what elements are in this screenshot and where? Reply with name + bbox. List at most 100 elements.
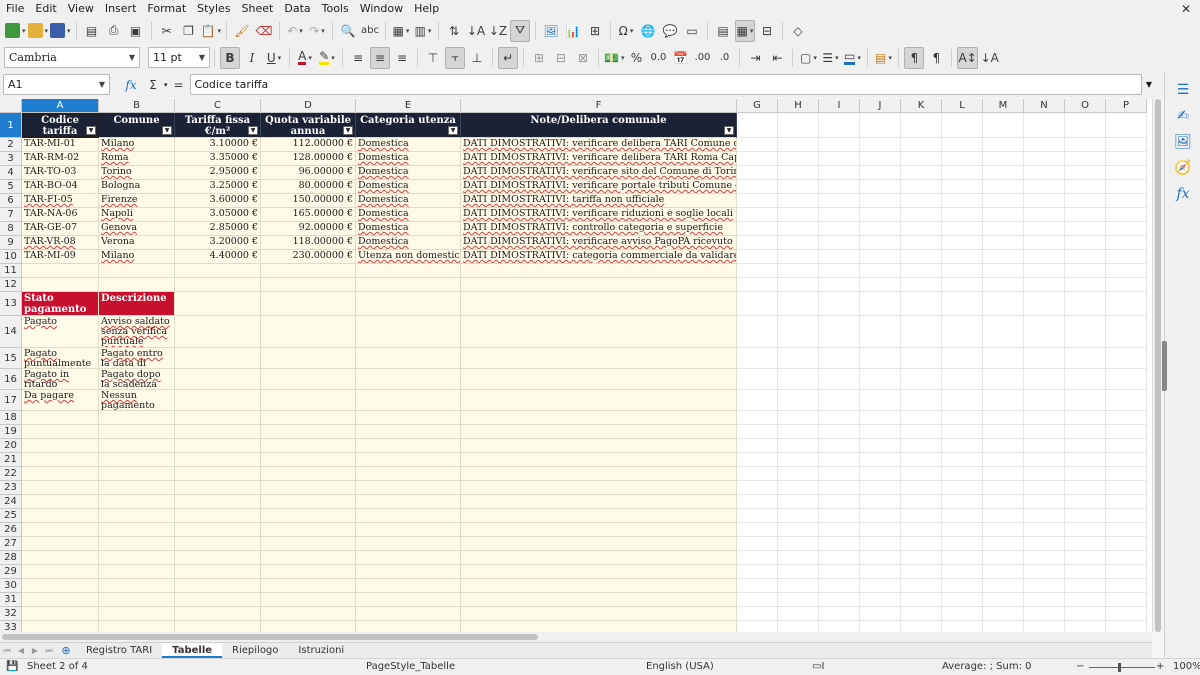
status-cell[interactable]: Da pagare bbox=[22, 390, 99, 411]
row-header-20[interactable]: 20 bbox=[0, 439, 22, 453]
empty-cell[interactable] bbox=[860, 523, 901, 537]
empty-cell[interactable] bbox=[778, 369, 819, 390]
empty-cell[interactable] bbox=[356, 593, 461, 607]
left-to-right-button[interactable]: ¶ bbox=[904, 46, 925, 69]
empty-cell[interactable] bbox=[461, 621, 737, 632]
empty-cell[interactable] bbox=[901, 152, 942, 166]
insert-image-button[interactable]: 🖼 bbox=[541, 20, 561, 42]
empty-cell[interactable] bbox=[819, 523, 860, 537]
empty-cell[interactable] bbox=[22, 565, 99, 579]
empty-cell[interactable] bbox=[737, 593, 778, 607]
empty-cell[interactable] bbox=[983, 180, 1024, 194]
empty-cell[interactable] bbox=[1065, 411, 1106, 425]
empty-cell[interactable] bbox=[942, 467, 983, 481]
empty-cell[interactable] bbox=[942, 113, 983, 138]
empty-cell[interactable] bbox=[175, 481, 261, 495]
autofilter-dropdown-icon[interactable]: ▼ bbox=[86, 126, 96, 135]
empty-cell[interactable] bbox=[461, 278, 737, 292]
empty-cell[interactable] bbox=[983, 453, 1024, 467]
menu-data[interactable]: Data bbox=[278, 0, 315, 17]
data-cell[interactable]: Domestica bbox=[356, 222, 461, 236]
empty-cell[interactable] bbox=[737, 481, 778, 495]
menu-styles[interactable]: Styles bbox=[191, 0, 235, 17]
empty-cell[interactable] bbox=[1024, 180, 1065, 194]
empty-cell[interactable] bbox=[901, 425, 942, 439]
empty-cell[interactable] bbox=[778, 264, 819, 278]
row-header-9[interactable]: 9 bbox=[0, 236, 22, 250]
empty-cell[interactable] bbox=[99, 607, 175, 621]
empty-cell[interactable] bbox=[942, 509, 983, 523]
empty-cell[interactable] bbox=[356, 411, 461, 425]
empty-cell[interactable] bbox=[737, 152, 778, 166]
empty-cell[interactable] bbox=[22, 509, 99, 523]
empty-cell[interactable] bbox=[22, 607, 99, 621]
insert-chart-button[interactable]: 📊 bbox=[563, 20, 583, 42]
empty-cell[interactable] bbox=[983, 208, 1024, 222]
empty-cell[interactable] bbox=[261, 292, 356, 316]
empty-cell[interactable] bbox=[1106, 579, 1147, 593]
empty-cell[interactable] bbox=[737, 579, 778, 593]
empty-cell[interactable] bbox=[983, 537, 1024, 551]
empty-cell[interactable] bbox=[1106, 222, 1147, 236]
empty-cell[interactable] bbox=[99, 453, 175, 467]
empty-cell[interactable] bbox=[1106, 495, 1147, 509]
empty-cell[interactable] bbox=[901, 551, 942, 565]
row-header-10[interactable]: 10 bbox=[0, 250, 22, 264]
empty-cell[interactable] bbox=[778, 607, 819, 621]
empty-cell[interactable] bbox=[901, 565, 942, 579]
export-pdf-button[interactable]: ▤ bbox=[82, 20, 102, 42]
column-header-h[interactable]: H bbox=[778, 99, 819, 113]
empty-cell[interactable] bbox=[819, 565, 860, 579]
data-cell[interactable]: DATI DIMOSTRATIVI: controllo categoria e… bbox=[461, 222, 737, 236]
empty-cell[interactable] bbox=[356, 278, 461, 292]
zoom-in-icon[interactable]: + bbox=[1156, 661, 1164, 672]
autofilter-dropdown-icon[interactable]: ▼ bbox=[343, 126, 353, 135]
row-header-17[interactable]: 17 bbox=[0, 390, 22, 411]
navigator-icon[interactable]: 🧭 bbox=[1165, 155, 1200, 181]
save-button[interactable]: ▾ bbox=[50, 20, 71, 42]
empty-cell[interactable] bbox=[983, 194, 1024, 208]
date-format-button[interactable]: 📅 bbox=[670, 47, 690, 69]
empty-cell[interactable] bbox=[737, 236, 778, 250]
empty-cell[interactable] bbox=[819, 152, 860, 166]
empty-cell[interactable] bbox=[99, 621, 175, 632]
empty-cell[interactable] bbox=[860, 152, 901, 166]
empty-cell[interactable] bbox=[860, 369, 901, 390]
empty-cell[interactable] bbox=[175, 348, 261, 369]
empty-cell[interactable] bbox=[1065, 551, 1106, 565]
empty-cell[interactable] bbox=[461, 292, 737, 316]
empty-cell[interactable] bbox=[901, 292, 942, 316]
empty-cell[interactable] bbox=[175, 292, 261, 316]
column-header-d[interactable]: D bbox=[261, 99, 356, 113]
data-cell[interactable]: Genova bbox=[99, 222, 175, 236]
status-header-cell[interactable]: Stato pagamento bbox=[22, 292, 99, 316]
empty-cell[interactable] bbox=[737, 425, 778, 439]
empty-cell[interactable] bbox=[22, 495, 99, 509]
menu-tools[interactable]: Tools bbox=[316, 0, 354, 17]
empty-cell[interactable] bbox=[1065, 621, 1106, 632]
empty-cell[interactable] bbox=[261, 621, 356, 632]
close-document-icon[interactable]: ✕ bbox=[1178, 2, 1194, 16]
column-header-b[interactable]: B bbox=[99, 99, 175, 113]
font-color-button[interactable]: A ▾ bbox=[295, 47, 315, 69]
empty-cell[interactable] bbox=[819, 292, 860, 316]
empty-cell[interactable] bbox=[1106, 607, 1147, 621]
empty-cell[interactable] bbox=[261, 453, 356, 467]
empty-cell[interactable] bbox=[99, 264, 175, 278]
row-header-32[interactable]: 32 bbox=[0, 607, 22, 621]
empty-cell[interactable] bbox=[261, 439, 356, 453]
empty-cell[interactable] bbox=[356, 390, 461, 411]
empty-cell[interactable] bbox=[175, 264, 261, 278]
data-cell[interactable]: 230.00000 € bbox=[261, 250, 356, 264]
empty-cell[interactable] bbox=[983, 250, 1024, 264]
empty-cell[interactable] bbox=[1065, 138, 1106, 152]
empty-cell[interactable] bbox=[1065, 316, 1106, 348]
empty-cell[interactable] bbox=[1106, 411, 1147, 425]
status-cell[interactable]: Pagato entro la data di scadenza bbox=[99, 348, 175, 369]
empty-cell[interactable] bbox=[99, 551, 175, 565]
empty-cell[interactable] bbox=[737, 180, 778, 194]
empty-cell[interactable] bbox=[942, 453, 983, 467]
empty-cell[interactable] bbox=[461, 467, 737, 481]
empty-cell[interactable] bbox=[1106, 621, 1147, 632]
sum-icon[interactable]: Σ bbox=[143, 74, 163, 96]
